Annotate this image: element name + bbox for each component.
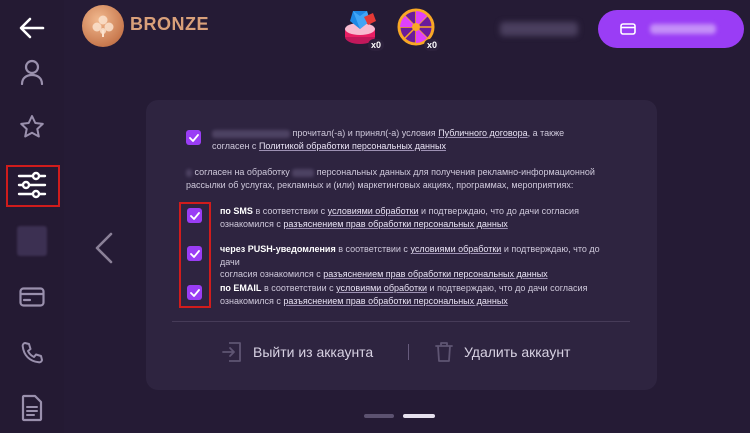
wallet-button[interactable] xyxy=(598,10,744,48)
terms-text: прочитал(-а) и принял(-а) условия Публич… xyxy=(212,127,592,152)
intro-text-1: согласен на обработку xyxy=(194,167,290,177)
card-divider xyxy=(172,321,630,322)
logout-button[interactable]: Выйти из аккаунта xyxy=(221,340,373,364)
sms-channel-label: по SMS xyxy=(220,206,253,216)
terms-checkbox[interactable] xyxy=(186,130,201,145)
privacy-policy-link[interactable]: Политикой обработки персональных данных xyxy=(259,141,446,151)
logout-label: Выйти из аккаунта xyxy=(253,344,374,360)
email-text-b: и подтверждаю, что до дачи согласия xyxy=(429,283,588,293)
sms-rights-link[interactable]: разъяснением прав обработки персональных… xyxy=(283,219,507,229)
blurred-item-icon[interactable] xyxy=(17,226,47,256)
terms-text-1: прочитал(-а) и принял(-а) условия xyxy=(292,128,436,138)
logout-icon xyxy=(222,342,241,362)
sms-option-text: по SMS в соответствии с условиями обрабо… xyxy=(220,205,620,230)
sms-text-b: и подтверждаю, что до дачи согласия xyxy=(421,206,579,216)
trash-icon xyxy=(435,342,453,362)
push-option-text: через PUSH-уведомления в соответствии с … xyxy=(220,243,620,281)
sms-processing-terms-link[interactable]: условиями обработки xyxy=(328,206,419,216)
public-contract-link[interactable]: Публичного договора xyxy=(438,128,527,138)
email-option-text: по EMAIL в соответствии с условиями обра… xyxy=(220,282,620,307)
email-processing-terms-link[interactable]: условиями обработки xyxy=(336,283,427,293)
email-rights-link[interactable]: разъяснением прав обработки персональных… xyxy=(283,296,507,306)
email-text-a: в соответствии с xyxy=(263,283,334,293)
push-text-a: в соответствии с xyxy=(338,244,408,254)
sms-text-c: ознакомился с xyxy=(220,218,281,229)
marketing-intro: согласен на обработку персональных данны… xyxy=(186,166,606,191)
push-processing-terms-link[interactable]: условиями обработки xyxy=(410,244,501,254)
phone-icon[interactable] xyxy=(14,335,50,371)
terms-text-3: согласен с xyxy=(212,140,257,151)
document-icon[interactable] xyxy=(14,390,50,426)
rank-label: BRONZE xyxy=(130,14,209,34)
email-text-c: ознакомился с xyxy=(220,295,281,306)
intro-blurred-b xyxy=(292,168,315,177)
check-icon xyxy=(188,133,199,142)
delete-account-button[interactable]: Удалить аккаунт xyxy=(434,340,570,364)
fortune-wheel-icon[interactable]: x0 xyxy=(396,7,440,51)
delete-account-label: Удалить аккаунт xyxy=(464,344,571,360)
sms-text-a: в соответствии с xyxy=(255,206,326,216)
pager-dot-1[interactable] xyxy=(364,414,394,418)
checkbox-highlight-box xyxy=(179,202,211,308)
intro-text-2: персональных данных для получения реклам… xyxy=(316,167,595,177)
chevron-left-icon[interactable] xyxy=(94,232,114,264)
actions-separator xyxy=(408,344,409,360)
intro-text-3: рассылки об услугах, рекламных и (или) м… xyxy=(186,179,574,190)
gems-cake-icon[interactable]: x0 xyxy=(340,7,384,51)
back-arrow-icon[interactable] xyxy=(14,10,50,46)
terms-text-2: , а также xyxy=(527,128,565,138)
user-icon[interactable] xyxy=(14,54,50,90)
push-text-c: согласия ознакомился с xyxy=(220,269,321,279)
bronze-rank-badge-icon xyxy=(82,5,124,47)
sidebar-highlight-box xyxy=(6,165,60,207)
wallet-card-icon xyxy=(620,23,636,35)
star-icon[interactable] xyxy=(14,109,50,145)
balance-blurred xyxy=(500,22,578,36)
intro-blurred-a xyxy=(186,168,192,177)
push-channel-label: через PUSH-уведомления xyxy=(220,244,336,254)
push-rights-link[interactable]: разъяснением прав обработки персональных… xyxy=(323,269,547,279)
username-blurred xyxy=(212,129,290,138)
wallet-balance-blurred xyxy=(650,24,716,34)
sidebar xyxy=(0,0,64,433)
fortune-wheel-count: x0 xyxy=(423,39,440,51)
email-channel-label: по EMAIL xyxy=(220,283,262,293)
pager-dot-2-active[interactable] xyxy=(403,414,435,418)
gems-cake-count: x0 xyxy=(367,39,384,51)
credit-card-icon[interactable] xyxy=(14,279,50,315)
